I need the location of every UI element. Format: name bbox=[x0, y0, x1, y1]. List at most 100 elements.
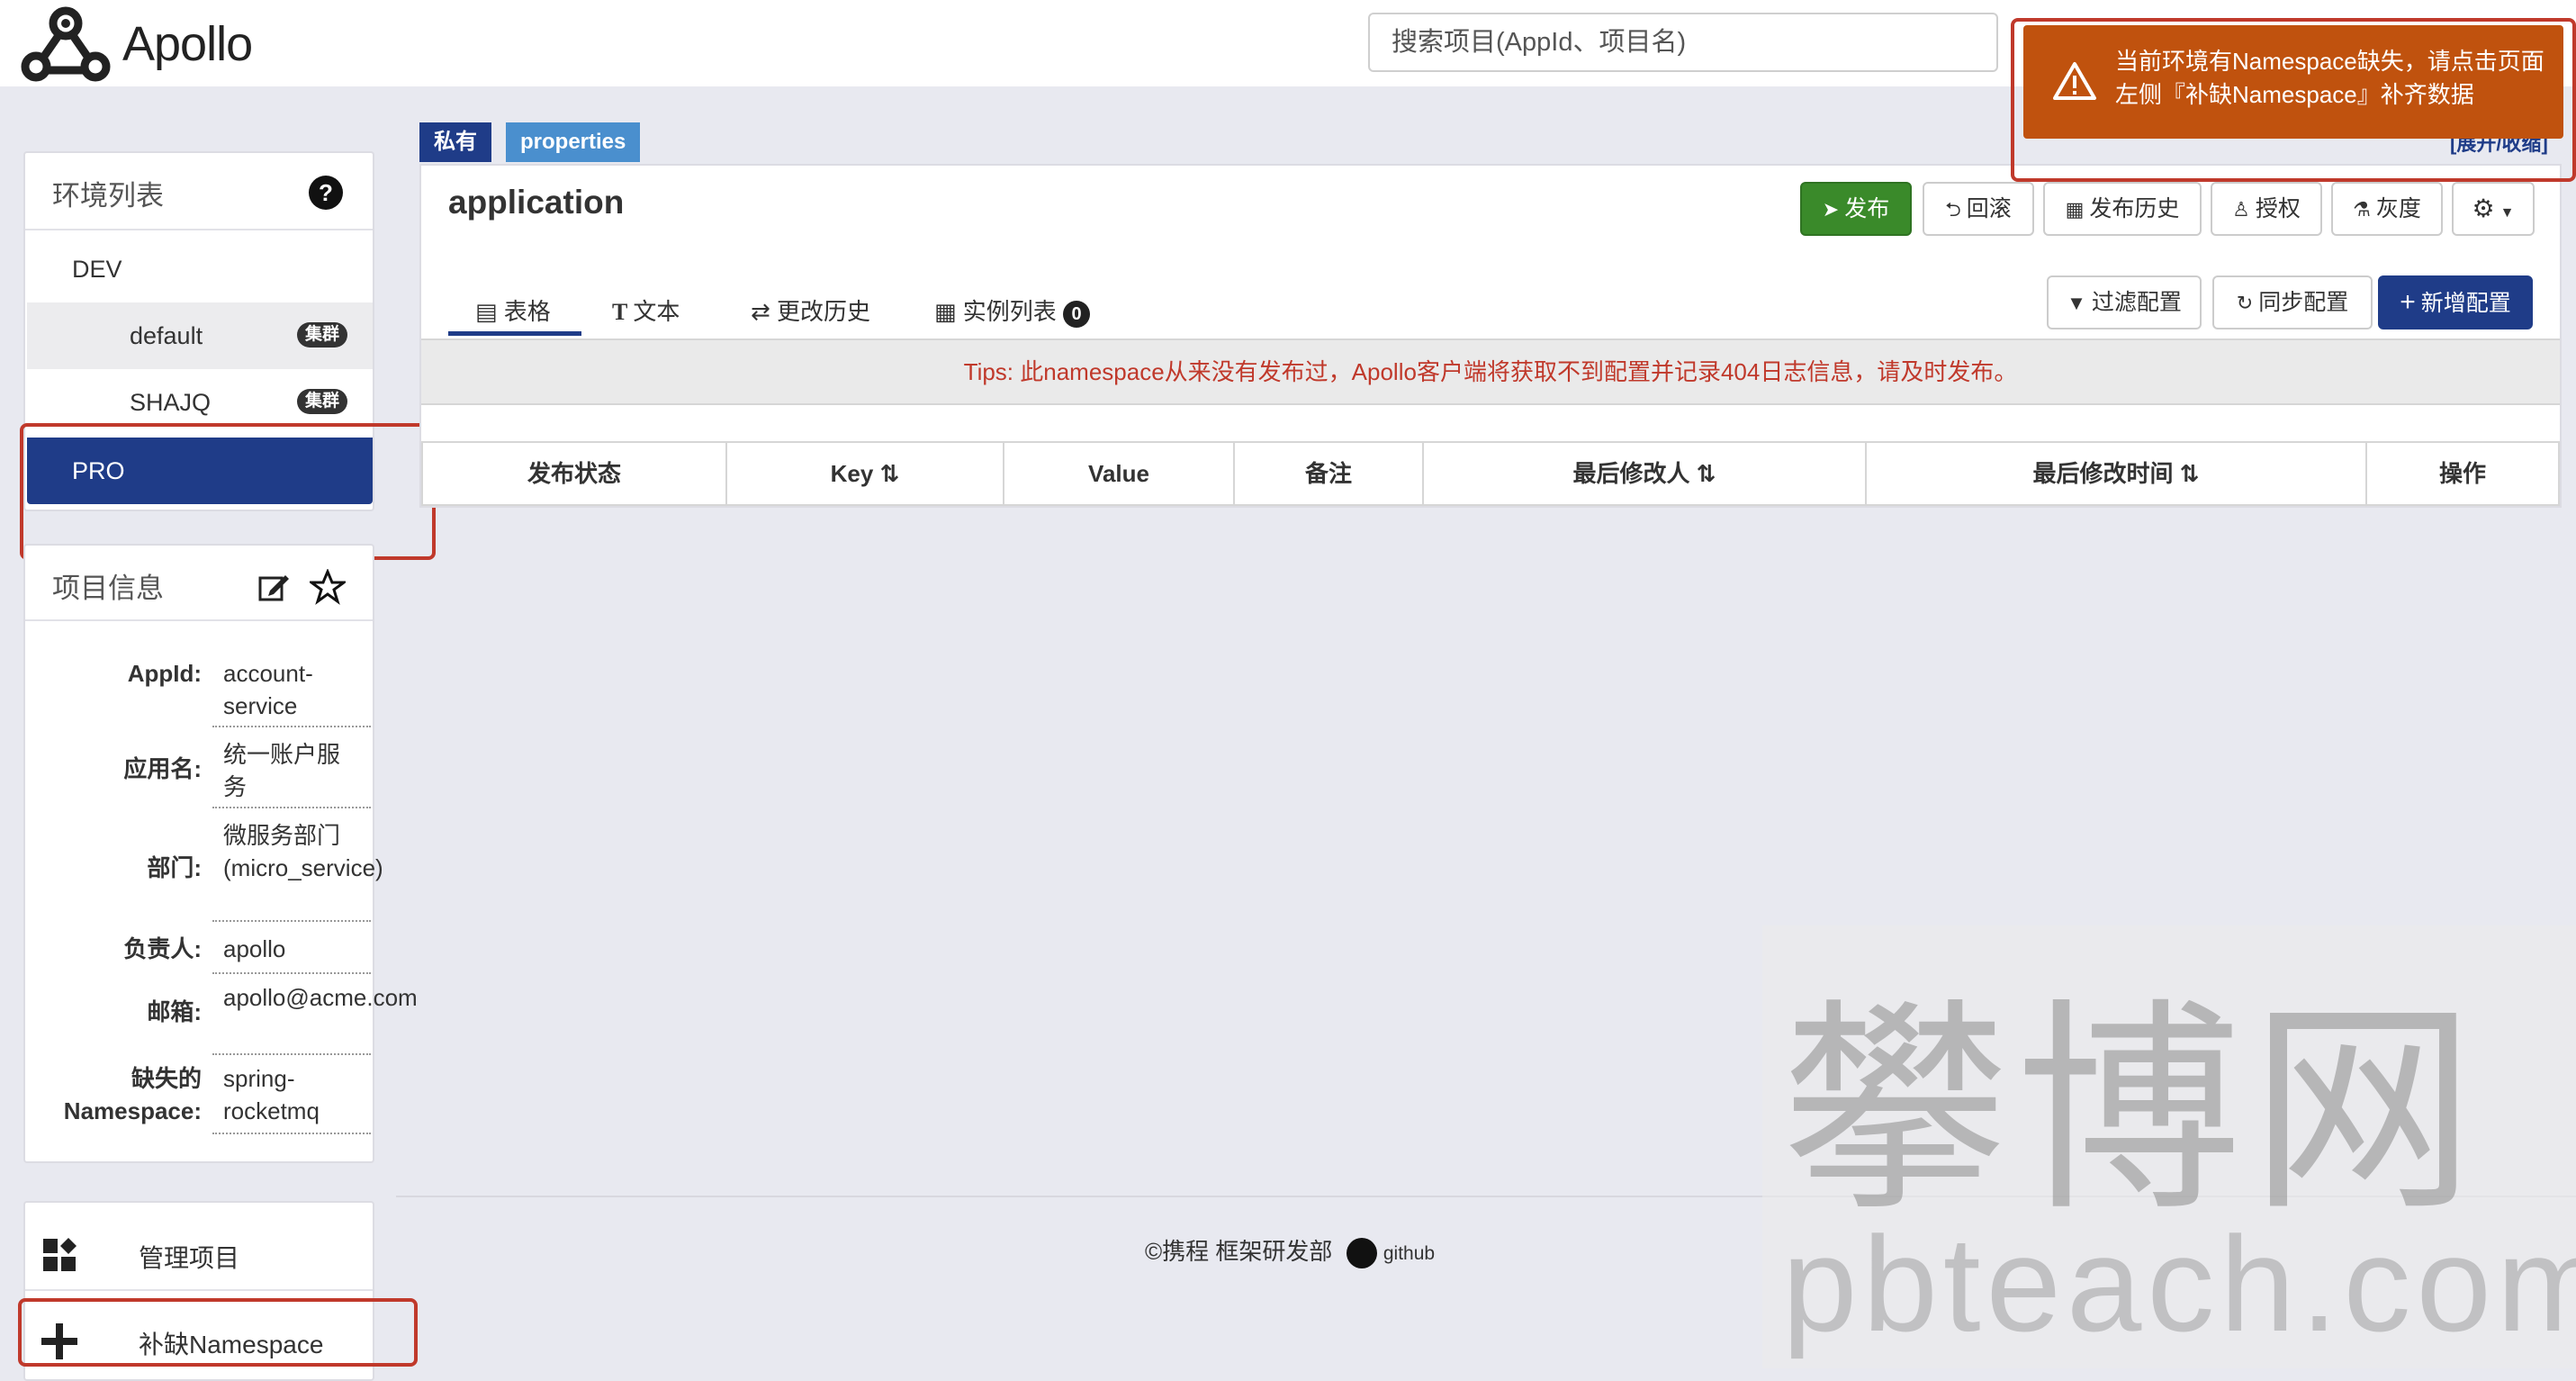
edit-icon[interactable] bbox=[257, 571, 290, 603]
footer: ©携程 框架研发部 github bbox=[1145, 1233, 1435, 1269]
flask-icon: ⚗ bbox=[2353, 198, 2371, 221]
manage-project-button[interactable]: 管理项目 bbox=[41, 1232, 365, 1286]
sort-icon: ⇅ bbox=[879, 460, 900, 487]
app-name-value: 统一账户服务 bbox=[223, 741, 341, 800]
tab-history-label: 更改历史 bbox=[777, 298, 871, 325]
table-icon: ▤ bbox=[475, 298, 504, 325]
department-label: 部门: bbox=[147, 854, 202, 881]
rollback-icon: ⮌ bbox=[1945, 198, 1961, 221]
app-title[interactable]: Apollo bbox=[122, 16, 253, 72]
missing-namespace-label: 缺失的 Namespace: bbox=[63, 1065, 202, 1124]
star-icon[interactable] bbox=[310, 569, 346, 605]
dashboard-icon bbox=[43, 1238, 77, 1271]
divider bbox=[212, 920, 371, 922]
appid-value: account-service bbox=[223, 660, 313, 719]
email-value: apollo@acme.com bbox=[223, 984, 418, 1011]
filter-label: 过滤配置 bbox=[2091, 290, 2182, 315]
missing-namespace-value: spring-rocketmq bbox=[223, 1065, 320, 1124]
tab-text[interactable]: T 文本 bbox=[612, 293, 680, 327]
history-label: 发布历史 bbox=[2089, 196, 2180, 221]
cluster-badge: 集群 bbox=[296, 322, 347, 348]
sort-icon: ⇅ bbox=[2179, 460, 2200, 487]
divider bbox=[212, 1053, 371, 1055]
appid-label: AppId: bbox=[127, 660, 202, 687]
sync-label: 同步配置 bbox=[2258, 290, 2349, 315]
column-header: 发布状态 bbox=[423, 443, 727, 504]
swap-icon: ⇄ bbox=[751, 298, 778, 325]
manage-project-label: 管理项目 bbox=[139, 1244, 240, 1272]
app-name-label: 应用名: bbox=[123, 755, 202, 782]
project-info-title: 项目信息 bbox=[52, 573, 164, 604]
column-label: 最后修改时间 bbox=[2032, 460, 2174, 487]
gear-icon: ⚙ bbox=[2472, 194, 2495, 222]
apollo-logo-icon[interactable] bbox=[20, 4, 112, 85]
project-info-panel: 项目信息 AppId: account-service 应用名: 统一账户服务 … bbox=[23, 544, 418, 1163]
send-icon: ➤ bbox=[1822, 198, 1840, 221]
instance-count-badge: 0 bbox=[1063, 301, 1091, 328]
tab-instances[interactable]: ▦ 实例列表 0 bbox=[934, 293, 1091, 328]
plus-icon: + bbox=[2400, 287, 2416, 317]
tab-table[interactable]: ▤ 表格 bbox=[475, 293, 551, 327]
cluster-item-default[interactable]: default 集群 bbox=[27, 302, 373, 369]
tips-banner: Tips: 此namespace从来没有发布过，Apollo客户端将获取不到配置… bbox=[421, 338, 2560, 405]
tab-table-label: 表格 bbox=[503, 298, 551, 325]
department-value: 微服务部门(micro_service) bbox=[223, 822, 383, 881]
search-input[interactable]: 搜索项目(AppId、项目名) bbox=[1368, 13, 1998, 72]
highlight-box-add-namespace bbox=[18, 1298, 418, 1367]
column-header-modified-time[interactable]: 最后修改时间 ⇅ bbox=[1867, 443, 2367, 504]
column-header-modifier[interactable]: 最后修改人 ⇅ bbox=[1424, 443, 1867, 504]
calendar-icon: ▦ bbox=[2065, 198, 2085, 221]
filter-icon: ▼ bbox=[2067, 292, 2086, 314]
text-icon: T bbox=[612, 299, 634, 325]
gray-release-button[interactable]: ⚗ 灰度 bbox=[2331, 182, 2443, 236]
env-item-label: DEV bbox=[72, 256, 122, 283]
column-header: 备注 bbox=[1235, 443, 1424, 504]
settings-dropdown-button[interactable]: ⚙ ▼ bbox=[2452, 182, 2535, 236]
release-history-button[interactable]: ▦ 发布历史 bbox=[2043, 182, 2202, 236]
namespace-title: application bbox=[448, 184, 625, 221]
divider bbox=[212, 726, 371, 727]
format-tag: properties bbox=[506, 122, 641, 162]
column-header-key[interactable]: Key ⇅ bbox=[727, 443, 1004, 504]
tab-change-history[interactable]: ⇄ 更改历史 bbox=[751, 293, 870, 327]
caret-down-icon: ▼ bbox=[2499, 205, 2515, 221]
publish-label: 发布 bbox=[1844, 196, 1890, 221]
divider bbox=[212, 1133, 371, 1134]
user-icon: ♙ bbox=[2232, 198, 2250, 221]
column-header: Value bbox=[1004, 443, 1235, 504]
active-tab-indicator bbox=[448, 331, 581, 336]
tab-instances-label: 实例列表 bbox=[962, 298, 1057, 325]
watermark-en: pbteach.com bbox=[1782, 1208, 2576, 1359]
column-label: Key bbox=[830, 460, 874, 487]
filter-config-button[interactable]: ▼ 过滤配置 bbox=[2047, 275, 2202, 329]
highlight-box-alert bbox=[2011, 18, 2576, 182]
gray-label: 灰度 bbox=[2375, 196, 2421, 221]
config-table-header: 发布状态 Key ⇅ Value 备注 最后修改人 ⇅ 最后修改时间 ⇅ 操作 bbox=[421, 441, 2560, 506]
publish-button[interactable]: ➤ 发布 bbox=[1800, 182, 1912, 236]
env-list-title: 环境列表 bbox=[52, 180, 164, 212]
sync-config-button[interactable]: ↻ 同步配置 bbox=[2212, 275, 2373, 329]
rollback-button[interactable]: ⮌ 回滚 bbox=[1923, 182, 2034, 236]
tab-text-label: 文本 bbox=[633, 298, 680, 325]
divider bbox=[25, 229, 373, 230]
svg-text:?: ? bbox=[319, 179, 333, 206]
rollback-label: 回滚 bbox=[1966, 196, 2012, 221]
add-label: 新增配置 bbox=[2420, 291, 2511, 316]
github-link[interactable]: github bbox=[1383, 1243, 1435, 1264]
env-item-dev[interactable]: DEV bbox=[27, 236, 373, 302]
add-config-button[interactable]: + 新增配置 bbox=[2378, 275, 2533, 329]
owner-label: 负责人: bbox=[123, 935, 202, 962]
owner-value: apollo bbox=[223, 935, 286, 962]
divider bbox=[25, 619, 373, 621]
private-tag: 私有 bbox=[419, 122, 491, 162]
grant-button[interactable]: ♙ 授权 bbox=[2211, 182, 2322, 236]
github-icon[interactable] bbox=[1346, 1238, 1377, 1269]
help-icon[interactable]: ? bbox=[308, 175, 344, 211]
list-icon: ▦ bbox=[934, 298, 963, 325]
divider bbox=[212, 972, 371, 974]
watermark-cn: 攀博网 bbox=[1782, 979, 2484, 1241]
divider bbox=[25, 1289, 373, 1291]
divider bbox=[212, 807, 371, 808]
copyright-text: ©携程 框架研发部 bbox=[1145, 1238, 1333, 1265]
refresh-icon: ↻ bbox=[2236, 292, 2254, 314]
